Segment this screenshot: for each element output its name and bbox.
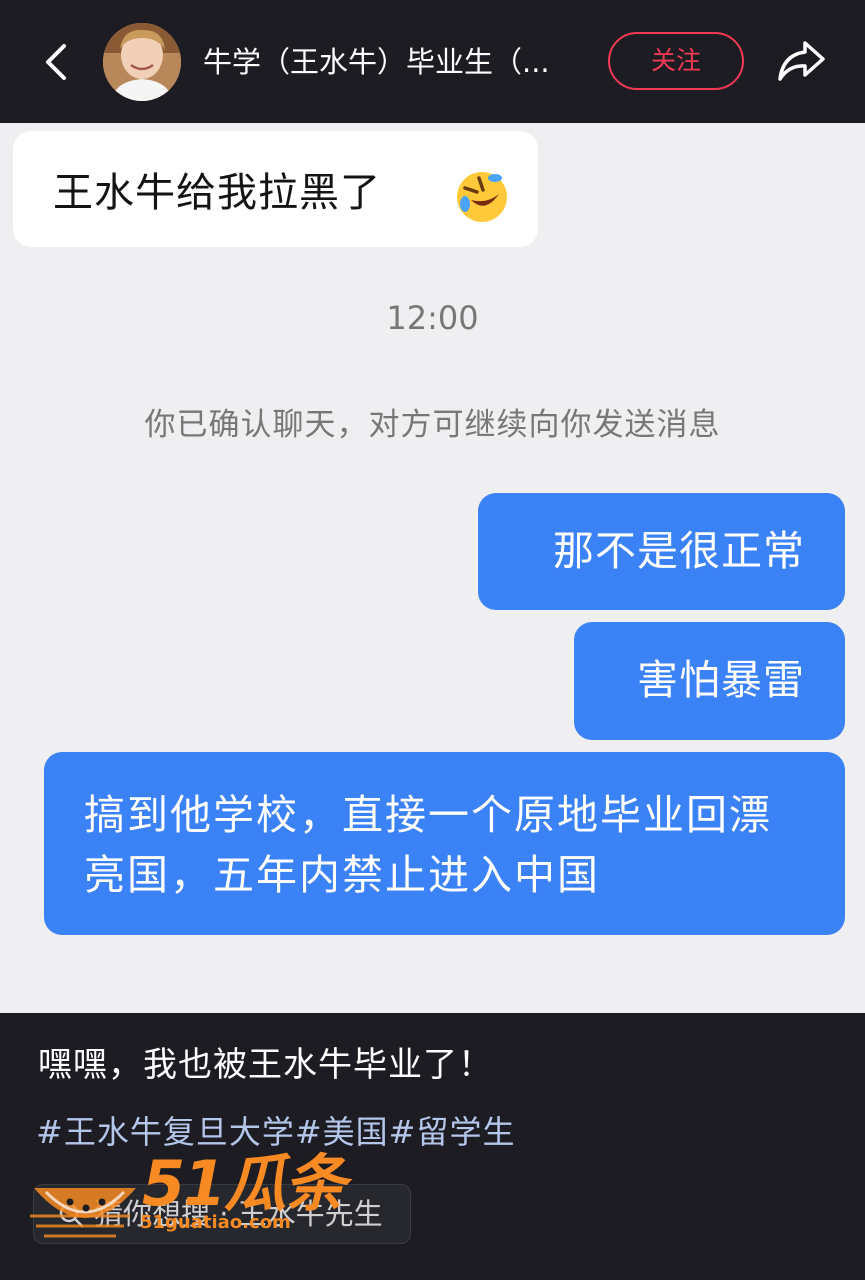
outgoing-message-text: 害怕暴雷 [637, 656, 805, 704]
follow-button[interactable]: 关注 [608, 32, 744, 90]
message-timestamp: 12:00 [386, 299, 479, 337]
search-icon [59, 1203, 84, 1228]
outgoing-message-bubble[interactable]: 那不是很正常 [478, 493, 845, 610]
system-notice: 你已确认聊天，对方可继续向你发送消息 [144, 407, 721, 443]
outgoing-message-bubble[interactable]: 害怕暴雷 [574, 622, 845, 740]
rolling-laughing-emoji-icon [457, 172, 507, 222]
outgoing-message-bubble[interactable]: 搞到他学校，直接一个原地毕业回漂亮国，五年内禁止进入中国 [44, 752, 845, 935]
avatar[interactable] [103, 23, 181, 101]
related-search-text: 猜你想搜 · 王水牛先生 [94, 1197, 383, 1231]
post-caption: 嘿嘿，我也被王水牛毕业了！ [38, 1045, 493, 1085]
incoming-message-bubble[interactable]: 王水牛给我拉黑了 [13, 131, 538, 247]
post-description-panel: 嘿嘿，我也被王水牛毕业了！ #王水牛复旦大学#美国#留学生 猜你想搜 · 王水牛… [0, 1013, 865, 1280]
incoming-message-text: 王水牛给我拉黑了 [53, 170, 381, 216]
chevron-left-icon[interactable] [38, 40, 78, 84]
related-search-chip[interactable]: 猜你想搜 · 王水牛先生 [33, 1184, 411, 1244]
chat-partner-name[interactable]: 牛学（王水牛）毕业生（... [203, 40, 583, 84]
hashtag-links[interactable]: #王水牛复旦大学#美国#留学生 [36, 1111, 515, 1153]
outgoing-message-text: 那不是很正常 [553, 527, 805, 575]
chat-area[interactable]: 王水牛给我拉黑了 12:00 你已确认聊天，对方可继续向你发送消息 那不是很正常… [0, 123, 865, 1013]
top-navigation-bar: 牛学（王水牛）毕业生（... 关注 [0, 0, 865, 123]
outgoing-message-text: 搞到他学校，直接一个原地毕业回漂亮国，五年内禁止进入中国 [84, 791, 772, 899]
share-arrow-icon[interactable] [775, 37, 827, 85]
